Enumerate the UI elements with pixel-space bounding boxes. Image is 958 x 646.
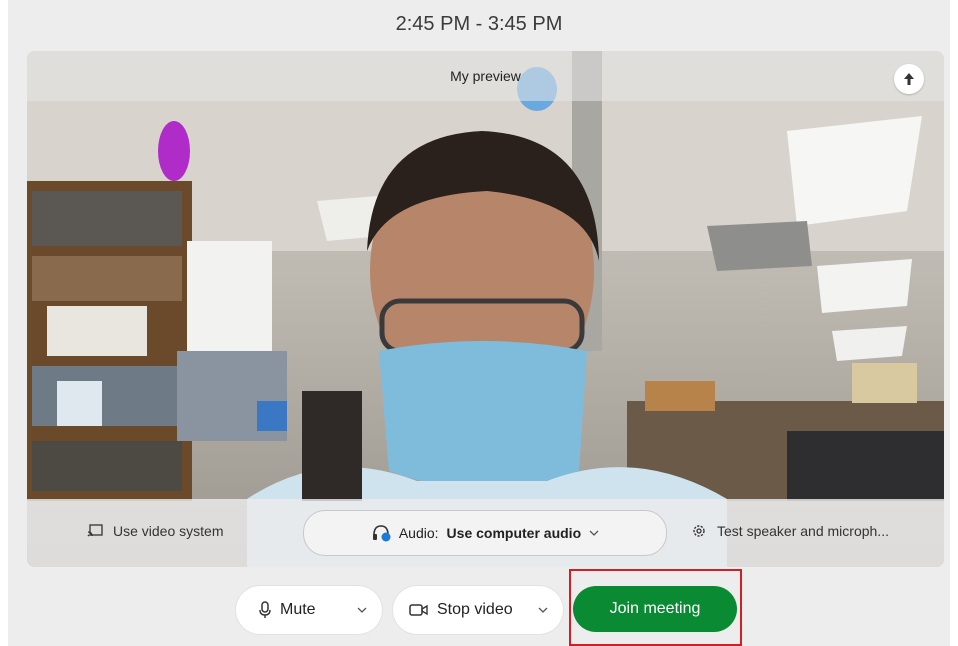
mute-label: Mute: [280, 601, 316, 618]
microphone-icon: [259, 601, 271, 618]
use-video-system-label: Use video system: [113, 523, 224, 539]
preview-label: My preview: [450, 68, 521, 84]
gear-icon: [693, 525, 705, 537]
chevron-down-icon: [357, 607, 367, 613]
join-meeting-button[interactable]: Join meeting: [573, 586, 737, 632]
chevron-down-icon: [589, 530, 599, 536]
video-preview: My preview Use video system Audio: Use c…: [27, 51, 944, 567]
cast-icon: [87, 524, 103, 537]
test-speaker-button[interactable]: Test speaker and microph...: [691, 523, 936, 539]
test-speaker-label: Test speaker and microph...: [717, 523, 889, 539]
stop-video-label: Stop video: [437, 601, 513, 618]
pin-button[interactable]: [894, 64, 924, 94]
mute-button[interactable]: Mute: [236, 586, 382, 634]
stop-video-button[interactable]: Stop video: [393, 586, 563, 634]
camera-icon: [409, 604, 428, 616]
audio-prefix: Audio:: [398, 525, 439, 541]
mute-options-button[interactable]: [354, 602, 370, 618]
pin-icon: [904, 73, 914, 85]
audio-value: Use computer audio: [446, 525, 582, 541]
chevron-down-icon: [538, 607, 548, 613]
audio-selector[interactable]: Audio: Use computer audio: [303, 510, 667, 556]
meeting-controls: Mute Stop video: [0, 584, 958, 636]
headset-icon: [372, 525, 391, 542]
video-options-button[interactable]: [535, 602, 551, 618]
camera-feed: [27, 51, 944, 567]
meeting-time-range: 2:45 PM - 3:45 PM: [395, 13, 563, 35]
preview-header: My preview: [27, 51, 944, 101]
use-video-system-button[interactable]: Use video system: [87, 523, 223, 539]
preview-options-bar: Use video system Audio: Use computer aud…: [27, 499, 944, 567]
